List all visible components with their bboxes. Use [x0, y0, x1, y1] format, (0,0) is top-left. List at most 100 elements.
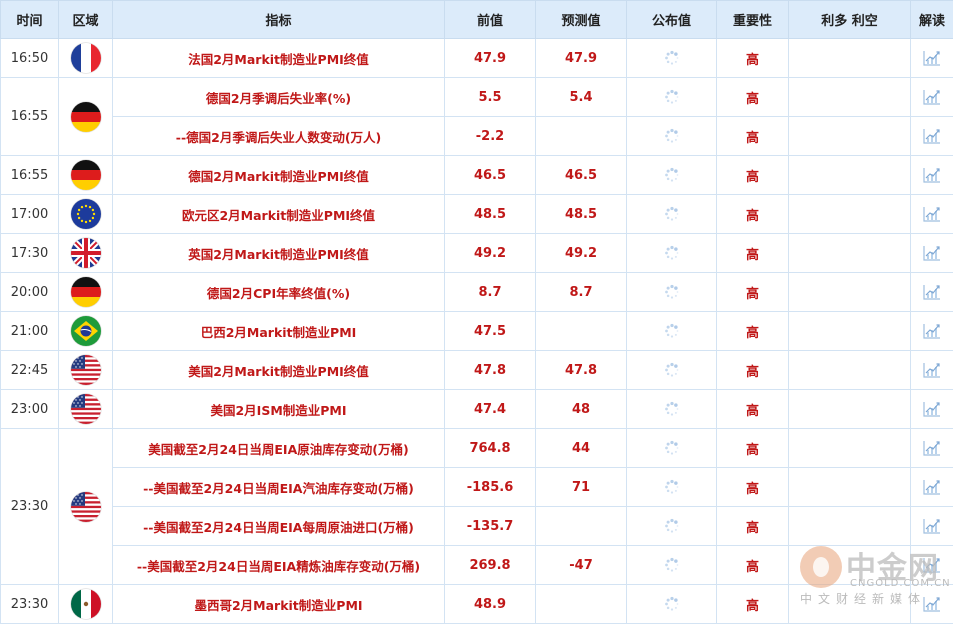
indicator-link[interactable]: 墨西哥2月Markit制造业PMI	[113, 585, 445, 624]
region-cell	[59, 351, 113, 390]
indicator-link[interactable]: 德国2月季调后失业率(%)	[113, 78, 445, 117]
indicator-link[interactable]: 欧元区2月Markit制造业PMI终值	[113, 195, 445, 234]
table-row: 23:30墨西哥2月Markit制造业PMI48.9高	[1, 585, 953, 624]
forecast-value	[536, 312, 627, 351]
chart-analysis-icon[interactable]	[911, 595, 953, 613]
actual-value-cell	[627, 312, 717, 351]
col-header-forecast: 预测值	[536, 1, 627, 39]
impact-cell	[789, 39, 911, 78]
table-row: 16:50法国2月Markit制造业PMI终值47.947.9高	[1, 39, 953, 78]
forecast-value: 47.8	[536, 351, 627, 390]
chart-analysis-icon[interactable]	[911, 166, 953, 184]
chart-analysis-icon[interactable]	[911, 283, 953, 301]
region-cell	[59, 156, 113, 195]
table-row: --德国2月季调后失业人数变动(万人)-2.2高	[1, 117, 953, 156]
col-header-time: 时间	[1, 1, 59, 39]
analysis-cell[interactable]	[911, 351, 953, 390]
analysis-cell[interactable]	[911, 117, 953, 156]
importance-level: 高	[717, 429, 789, 468]
indicator-link[interactable]: 美国截至2月24日当周EIA原油库存变动(万桶)	[113, 429, 445, 468]
importance-level: 高	[717, 39, 789, 78]
analysis-cell[interactable]	[911, 78, 953, 117]
forecast-value	[536, 117, 627, 156]
event-time: 23:30	[1, 585, 59, 624]
analysis-cell[interactable]	[911, 156, 953, 195]
impact-cell	[789, 390, 911, 429]
indicator-link[interactable]: 美国2月ISM制造业PMI	[113, 390, 445, 429]
forecast-value: 46.5	[536, 156, 627, 195]
table-row: 16:55德国2月Markit制造业PMI终值46.546.5高	[1, 156, 953, 195]
chart-analysis-icon[interactable]	[911, 49, 953, 67]
actual-value-cell	[627, 429, 717, 468]
chart-analysis-icon[interactable]	[911, 556, 953, 574]
loading-spinner-icon	[627, 440, 716, 456]
impact-cell	[789, 117, 911, 156]
impact-cell	[789, 195, 911, 234]
analysis-cell[interactable]	[911, 429, 953, 468]
impact-cell	[789, 429, 911, 468]
indicator-link[interactable]: 巴西2月Markit制造业PMI	[113, 312, 445, 351]
table-row: --美国截至2月24日当周EIA汽油库存变动(万桶)-185.671高	[1, 468, 953, 507]
usa-flag-icon	[71, 492, 101, 522]
col-header-indicator: 指标	[113, 1, 445, 39]
indicator-link[interactable]: --德国2月季调后失业人数变动(万人)	[113, 117, 445, 156]
chart-analysis-icon[interactable]	[911, 439, 953, 457]
forecast-value: 71	[536, 468, 627, 507]
analysis-cell[interactable]	[911, 195, 953, 234]
previous-value: -185.6	[445, 468, 536, 507]
analysis-cell[interactable]	[911, 390, 953, 429]
eurozone-flag-icon	[71, 199, 101, 229]
loading-spinner-icon	[627, 284, 716, 300]
uk-flag-icon	[71, 238, 101, 268]
chart-analysis-icon[interactable]	[911, 517, 953, 535]
analysis-cell[interactable]	[911, 39, 953, 78]
analysis-cell[interactable]	[911, 507, 953, 546]
loading-spinner-icon	[627, 128, 716, 144]
previous-value: 47.9	[445, 39, 536, 78]
indicator-link[interactable]: 德国2月CPI年率终值(%)	[113, 273, 445, 312]
chart-analysis-icon[interactable]	[911, 322, 953, 340]
indicator-link[interactable]: --美国截至2月24日当周EIA每周原油进口(万桶)	[113, 507, 445, 546]
analysis-cell[interactable]	[911, 312, 953, 351]
region-cell	[59, 195, 113, 234]
importance-level: 高	[717, 234, 789, 273]
indicator-link[interactable]: 英国2月Markit制造业PMI终值	[113, 234, 445, 273]
analysis-cell[interactable]	[911, 273, 953, 312]
economic-calendar-table: 时间 区域 指标 前值 预测值 公布值 重要性 利多 利空 解读 16:50法国…	[0, 0, 953, 624]
impact-cell	[789, 312, 911, 351]
forecast-value	[536, 585, 627, 624]
chart-analysis-icon[interactable]	[911, 127, 953, 145]
region-cell	[59, 585, 113, 624]
previous-value: 47.5	[445, 312, 536, 351]
chart-analysis-icon[interactable]	[911, 400, 953, 418]
previous-value: 269.8	[445, 546, 536, 585]
germany-flag-icon	[71, 102, 101, 132]
analysis-cell[interactable]	[911, 234, 953, 273]
indicator-link[interactable]: 美国2月Markit制造业PMI终值	[113, 351, 445, 390]
chart-analysis-icon[interactable]	[911, 205, 953, 223]
table-row: 23:30美国截至2月24日当周EIA原油库存变动(万桶)764.844高	[1, 429, 953, 468]
chart-analysis-icon[interactable]	[911, 478, 953, 496]
impact-cell	[789, 546, 911, 585]
table-row: 20:00德国2月CPI年率终值(%)8.78.7高	[1, 273, 953, 312]
analysis-cell[interactable]	[911, 546, 953, 585]
loading-spinner-icon	[627, 518, 716, 534]
indicator-link[interactable]: --美国截至2月24日当周EIA汽油库存变动(万桶)	[113, 468, 445, 507]
chart-analysis-icon[interactable]	[911, 361, 953, 379]
indicator-link[interactable]: --美国截至2月24日当周EIA精炼油库存变动(万桶)	[113, 546, 445, 585]
region-cell	[59, 234, 113, 273]
region-cell	[59, 390, 113, 429]
mexico-flag-icon	[71, 589, 101, 619]
actual-value-cell	[627, 195, 717, 234]
table-row: 21:00巴西2月Markit制造业PMI47.5高	[1, 312, 953, 351]
brazil-flag-icon	[71, 316, 101, 346]
analysis-cell[interactable]	[911, 468, 953, 507]
actual-value-cell	[627, 273, 717, 312]
importance-level: 高	[717, 351, 789, 390]
analysis-cell[interactable]	[911, 585, 953, 624]
loading-spinner-icon	[627, 50, 716, 66]
chart-analysis-icon[interactable]	[911, 88, 953, 106]
indicator-link[interactable]: 德国2月Markit制造业PMI终值	[113, 156, 445, 195]
indicator-link[interactable]: 法国2月Markit制造业PMI终值	[113, 39, 445, 78]
chart-analysis-icon[interactable]	[911, 244, 953, 262]
